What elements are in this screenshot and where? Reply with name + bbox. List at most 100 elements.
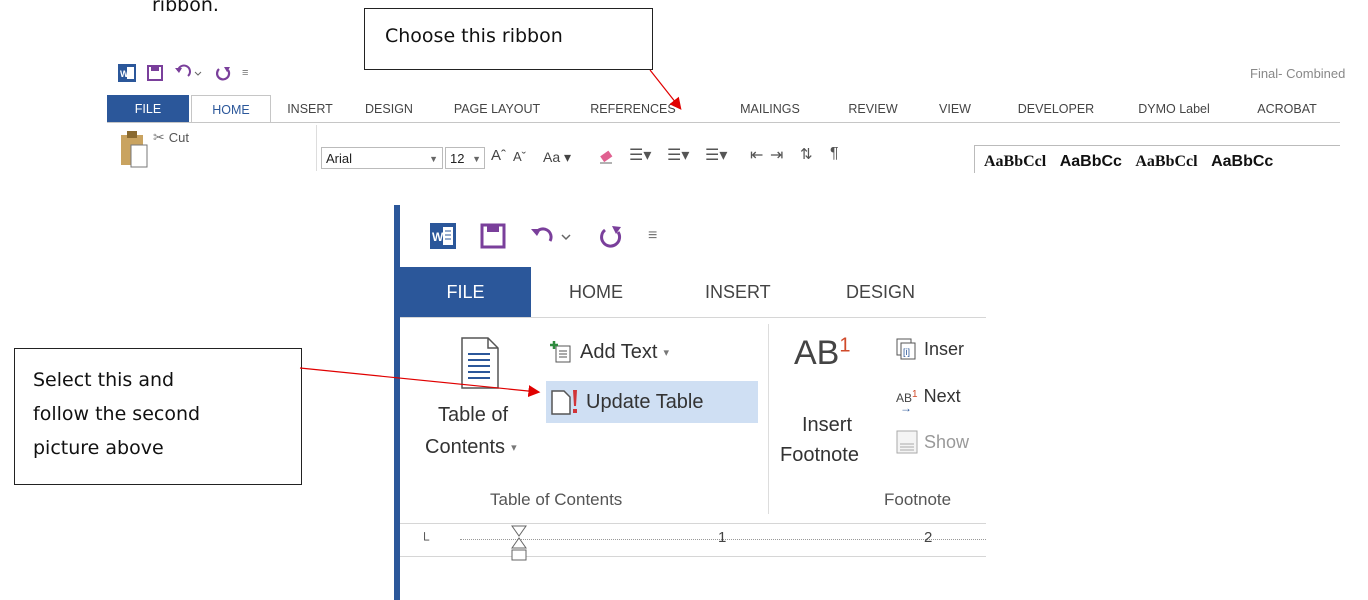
undo-icon[interactable] — [174, 64, 204, 82]
tab-home[interactable]: HOME — [569, 267, 623, 317]
sort-icon[interactable]: ⇅ — [800, 145, 813, 163]
table-of-contents-icon[interactable] — [460, 336, 500, 390]
callout-line-1: Select this and — [33, 369, 175, 391]
tab-file[interactable]: FILE — [400, 267, 531, 317]
font-size-box[interactable]: 12 ▼ — [445, 147, 485, 169]
svg-text:[i]: [i] — [903, 347, 910, 357]
chevron-down-icon: ▼ — [472, 154, 481, 164]
ab-glyph: AB — [794, 334, 840, 372]
toc-label-line2: Contents — [425, 436, 506, 458]
tab-insert[interactable]: INSERT — [279, 95, 341, 123]
tab-dymo-label[interactable]: DYMO Label — [1119, 95, 1229, 123]
word-app-icon: W — [118, 64, 136, 82]
style-no-spacing[interactable]: AaBbCc — [1060, 146, 1122, 173]
change-case-label: Aa — [543, 149, 561, 165]
tab-selector-icon[interactable]: └ — [420, 532, 429, 547]
undo-icon[interactable] — [530, 223, 574, 249]
quick-access-toolbar-zoomed: W ≡ — [430, 223, 657, 249]
group-label-table-of-contents: Table of Contents — [490, 490, 623, 509]
style-heading-1[interactable]: AaBbCcl — [1135, 146, 1197, 173]
show-notes-label: Show — [924, 431, 970, 452]
toc-label-line1[interactable]: Table of — [438, 404, 508, 427]
cut-label: Cut — [168, 130, 189, 145]
svg-text:W: W — [432, 230, 444, 244]
ribbon-tabs-zoomed: FILE HOME INSERT DESIGN — [400, 267, 986, 317]
tab-references[interactable]: REFERENCES — [565, 95, 701, 123]
tab-insert[interactable]: INSERT — [705, 267, 771, 317]
ribbon-home-top: ✂ Cut Arial ▼ 12 ▼ Aˆ Aˇ Aa ▾ ☰▾ ☰▾ ☰▾ ⇤… — [107, 122, 1340, 173]
insert-endnote-button[interactable]: [i] Inser — [896, 338, 964, 360]
group-divider — [768, 324, 769, 514]
change-case-button[interactable]: Aa ▾ — [543, 149, 571, 166]
decrease-indent-icon[interactable]: ⇤ — [750, 145, 763, 165]
ruler-mark-2: 2 — [924, 529, 933, 546]
callout-select-update-table: Select this and follow the second pictur… — [14, 348, 302, 485]
save-icon[interactable] — [480, 223, 506, 249]
tab-page-layout[interactable]: PAGE LAYOUT — [437, 95, 557, 123]
customize-qat-icon[interactable]: ≡ — [242, 67, 248, 79]
customize-qat-icon[interactable]: ≡ — [648, 227, 657, 245]
horizontal-ruler[interactable]: └ 1 2 — [400, 523, 986, 561]
paste-icon[interactable] — [117, 129, 149, 169]
word-app-icon: W — [430, 223, 456, 249]
tab-review[interactable]: REVIEW — [833, 95, 913, 123]
style-heading-2[interactable]: AaBbCc — [1211, 146, 1273, 173]
callout-line-2: follow the second — [33, 403, 201, 425]
insert-footnote-line2[interactable]: Footnote — [780, 444, 859, 467]
clear-formatting-icon[interactable] — [597, 147, 615, 165]
zoomed-word-window: W ≡ FILE HOME INSERT DESIGN Table of Con… — [394, 205, 986, 600]
indent-marker-icon[interactable] — [510, 524, 528, 564]
insert-endnote-icon: [i] — [896, 338, 918, 360]
next-footnote-icon: AB1 → — [896, 388, 918, 415]
update-table-button[interactable]: Update Table — [546, 381, 758, 423]
scissors-icon: ✂ — [153, 129, 165, 145]
cut-button[interactable]: ✂ Cut — [153, 129, 189, 146]
tab-home[interactable]: HOME — [191, 95, 271, 124]
next-footnote-button[interactable]: AB1 → Next — [896, 386, 961, 415]
insert-footnote-icon[interactable]: AB1 — [794, 334, 850, 373]
callout-text: Choose this ribbon — [385, 25, 563, 47]
chevron-down-icon: ▾ — [663, 346, 669, 359]
tab-design[interactable]: DESIGN — [846, 267, 915, 317]
add-text-icon — [550, 340, 574, 364]
add-text-label: Add Text — [580, 340, 658, 363]
quick-access-toolbar-top: W ≡ — [118, 62, 248, 84]
grow-font-icon[interactable]: Aˆ — [491, 147, 506, 164]
show-notes-icon — [896, 430, 918, 454]
styles-gallery[interactable]: AaBbCcl AaBbCc AaBbCcl AaBbCc — [974, 145, 1340, 173]
redo-icon[interactable] — [214, 64, 232, 82]
callout-line-3: picture above — [33, 437, 164, 459]
tab-view[interactable]: VIEW — [917, 95, 993, 123]
document-text-fragment: ribbon. — [152, 0, 219, 16]
add-text-button[interactable]: Add Text ▾ — [550, 340, 669, 364]
numbering-icon[interactable]: ☰▾ — [667, 145, 689, 165]
ruler-mark-1: 1 — [718, 529, 727, 546]
redo-icon[interactable] — [598, 223, 624, 249]
bullets-icon[interactable]: ☰▾ — [629, 145, 651, 165]
group-label-footnotes: Footnote — [884, 490, 952, 509]
superscript-one: 1 — [839, 334, 851, 357]
chevron-down-icon: ▼ — [429, 154, 438, 164]
group-divider — [316, 125, 317, 171]
tab-developer[interactable]: DEVELOPER — [1003, 95, 1109, 123]
callout-choose-ribbon: Choose this ribbon — [364, 8, 653, 70]
insert-endnote-label: Inser — [924, 338, 965, 359]
chevron-down-icon: ▾ — [511, 442, 517, 454]
multilevel-list-icon[interactable]: ☰▾ — [705, 145, 727, 165]
table-of-contents-button[interactable]: Contents ▾ — [425, 436, 517, 459]
font-name-value: Arial — [326, 151, 353, 166]
next-footnote-label: Next — [923, 386, 961, 406]
show-notes-button[interactable]: Show — [896, 430, 969, 454]
tab-mailings[interactable]: MAILINGS — [715, 95, 825, 123]
shrink-font-icon[interactable]: Aˇ — [513, 149, 526, 164]
insert-footnote-line1[interactable]: Insert — [802, 414, 852, 437]
tab-acrobat[interactable]: ACROBAT — [1237, 95, 1337, 123]
show-formatting-marks-icon[interactable]: ¶ — [830, 145, 839, 163]
increase-indent-icon[interactable]: ⇥ — [770, 145, 783, 165]
font-name-box[interactable]: Arial ▼ — [321, 147, 443, 169]
tab-file[interactable]: FILE — [107, 95, 189, 123]
ribbon-references-zoomed: Table of Contents ▾ Add Text ▾ Update Ta… — [400, 317, 986, 526]
save-icon[interactable] — [146, 64, 164, 82]
tab-design[interactable]: DESIGN — [351, 95, 427, 123]
style-normal[interactable]: AaBbCcl — [984, 146, 1046, 173]
